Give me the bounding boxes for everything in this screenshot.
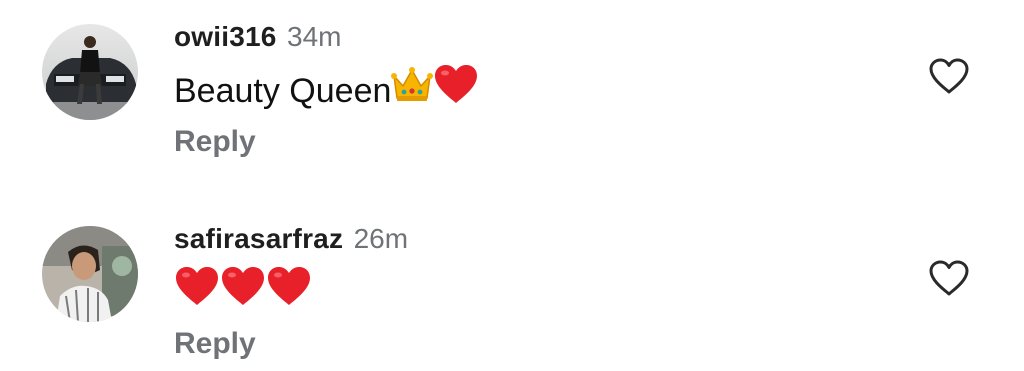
username[interactable]: owii316 [174, 21, 277, 52]
red-heart-emoji [220, 265, 266, 319]
reply-button[interactable]: Reply [174, 122, 256, 162]
avatar[interactable] [42, 24, 138, 120]
reply-button[interactable]: Reply [174, 324, 256, 364]
red-heart-emoji [266, 265, 312, 319]
heart-outline-icon [929, 58, 969, 94]
comment-text: Beauty Queen [174, 65, 479, 114]
like-button[interactable] [927, 258, 971, 298]
red-heart-emoji [433, 63, 479, 117]
avatar-image [42, 24, 138, 120]
like-button[interactable] [927, 56, 971, 96]
comment-text [174, 267, 312, 316]
crown-emoji [391, 64, 434, 116]
comment-item: owii316 34m Beauty Queen Reply [0, 0, 1024, 160]
comment-text-content: Beauty Queen [174, 72, 392, 110]
red-heart-emoji [174, 265, 220, 319]
comment-header: safirasarfraz 26m [174, 219, 408, 259]
heart-outline-icon [929, 260, 969, 296]
timestamp: 34m [287, 21, 342, 52]
avatar[interactable] [42, 226, 138, 322]
avatar-image [42, 226, 138, 322]
comment-header: owii316 34m [174, 17, 341, 57]
timestamp: 26m [353, 223, 409, 254]
username[interactable]: safirasarfraz [174, 223, 343, 254]
comment-item: safirasarfraz 26m Reply [0, 202, 1024, 362]
